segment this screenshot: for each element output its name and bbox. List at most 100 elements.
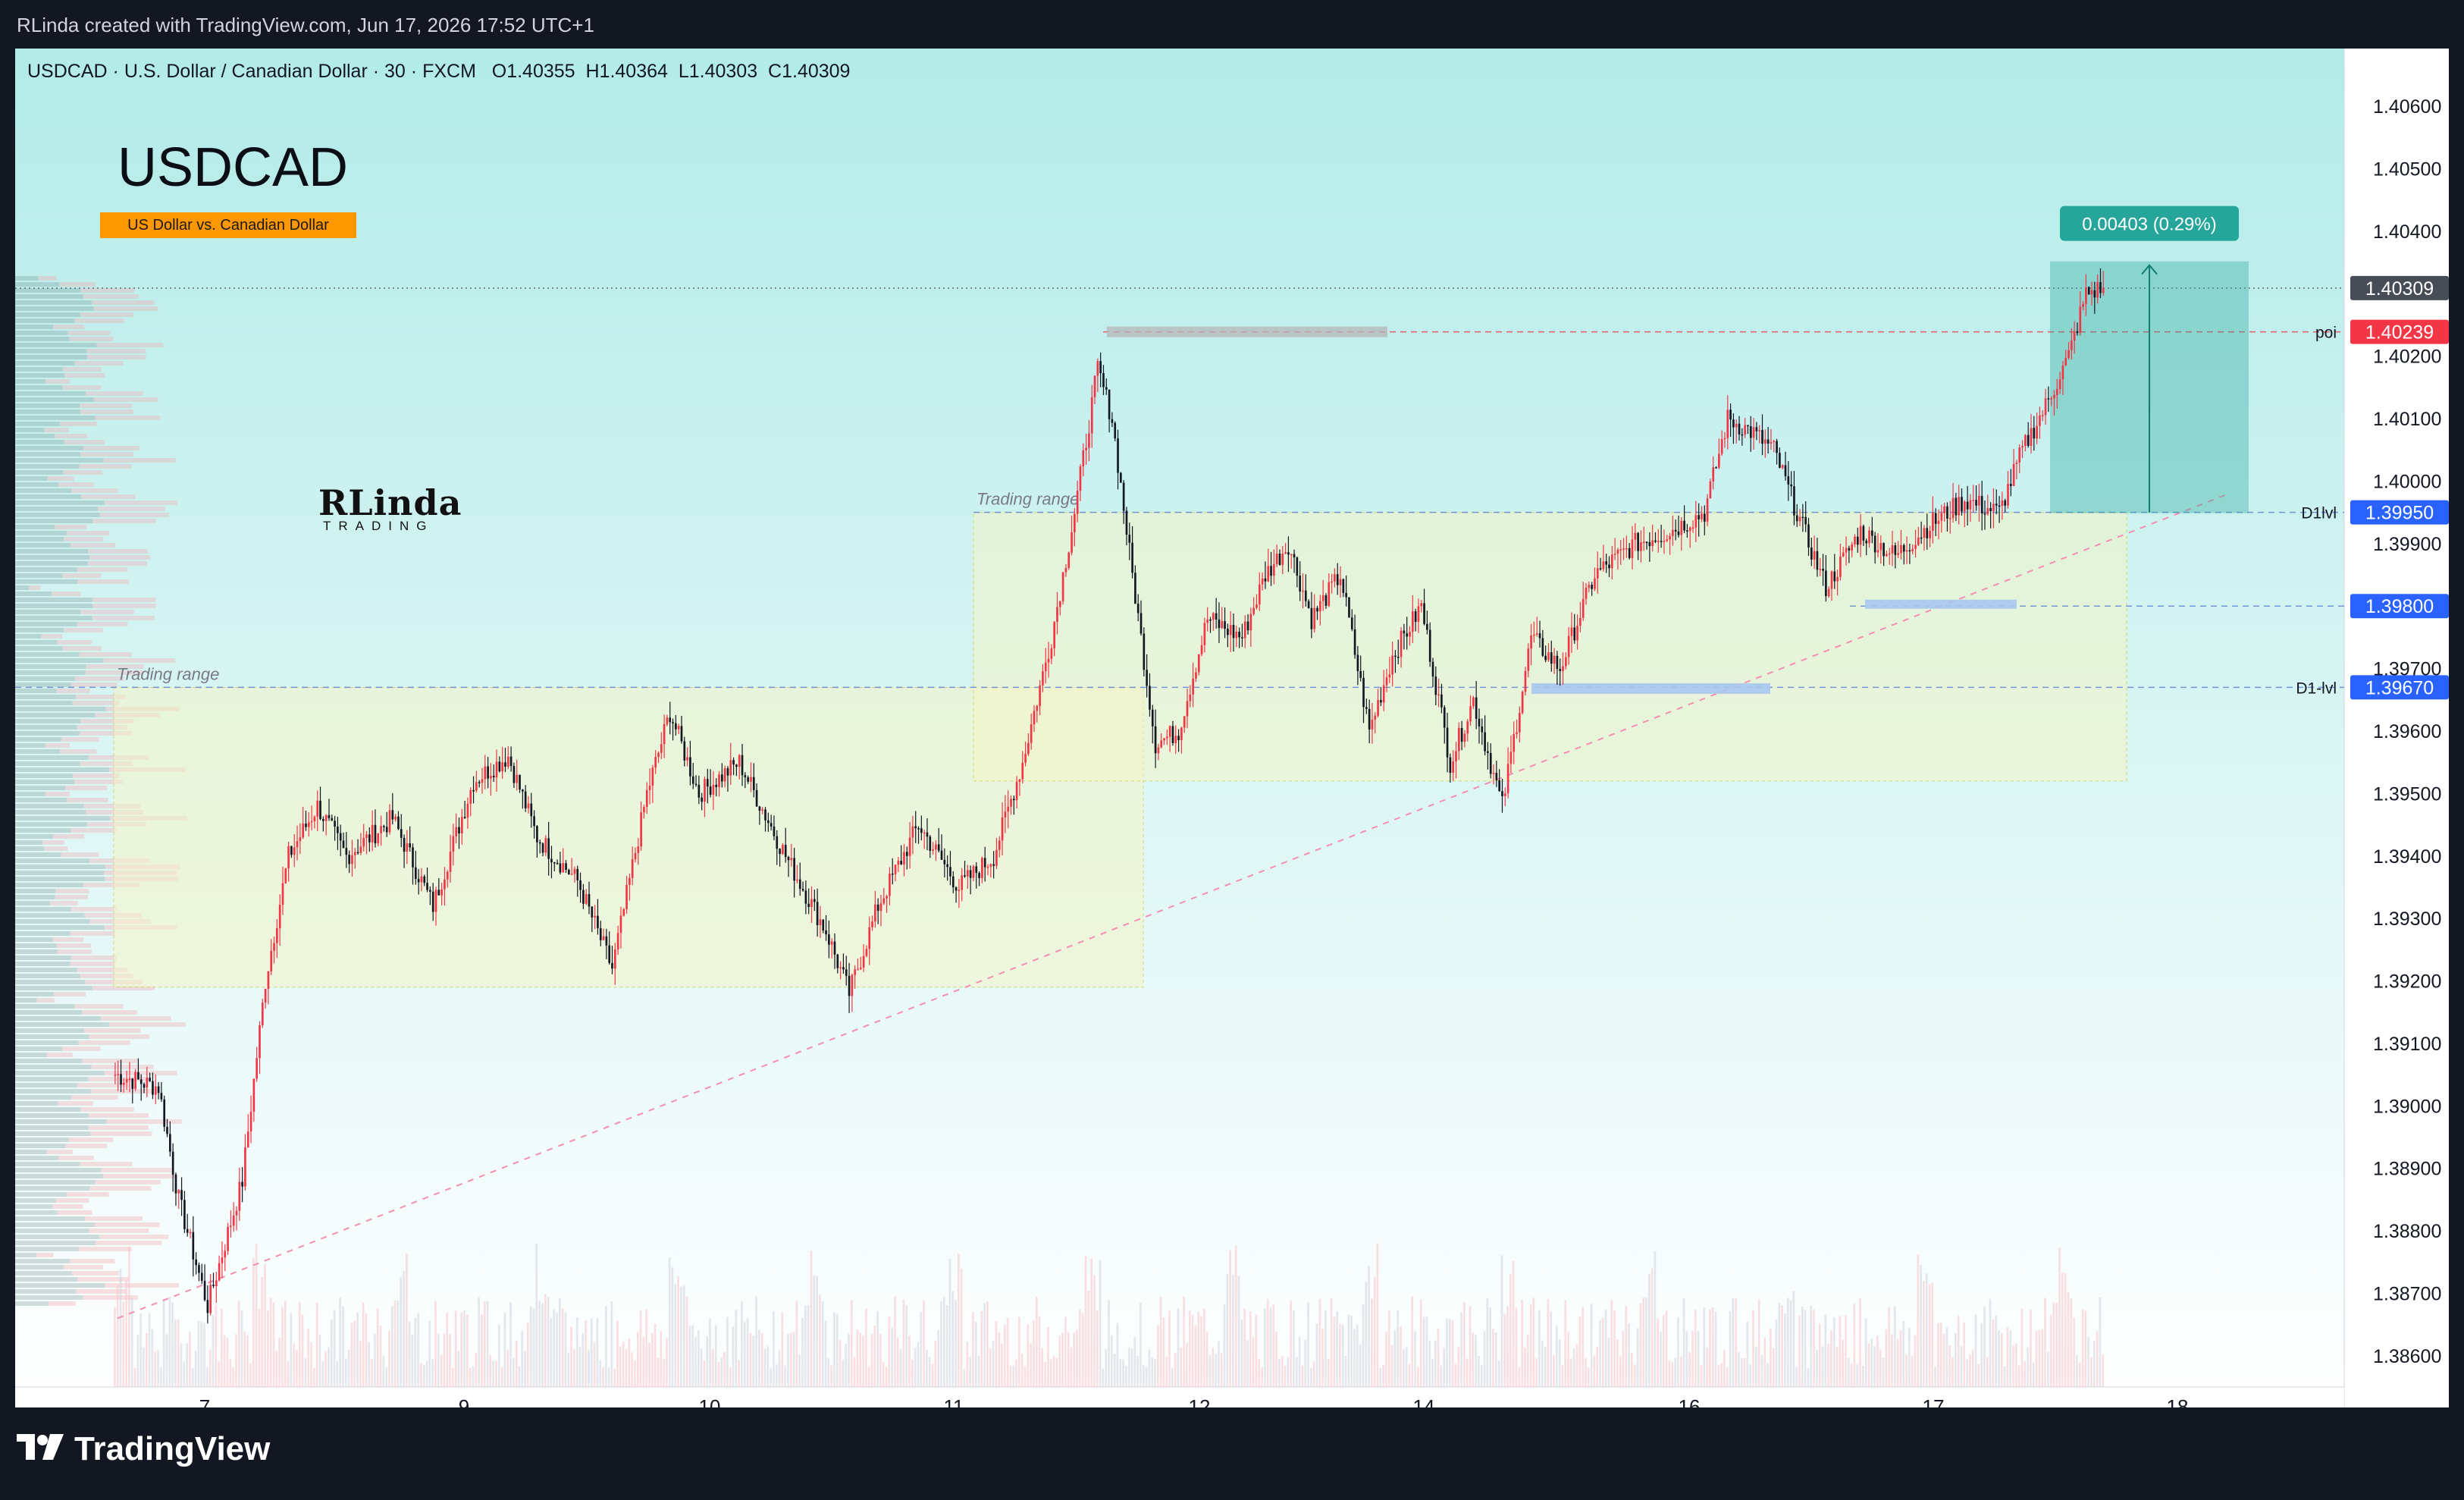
candle-body xyxy=(1562,666,1564,671)
volume-profile-bar xyxy=(15,852,61,857)
header-sep: · xyxy=(410,61,423,82)
candle-body xyxy=(1180,727,1183,741)
candle-body xyxy=(391,810,394,820)
volume-bar xyxy=(133,1367,136,1387)
header-sep: · xyxy=(112,61,124,82)
volume-bar xyxy=(186,1343,188,1387)
candle-body xyxy=(836,954,839,968)
candle-body xyxy=(1519,713,1521,733)
volume-bar xyxy=(1998,1330,2000,1387)
candle-body xyxy=(1093,375,1096,397)
volume-bar xyxy=(1917,1254,1920,1387)
volume-profile-bar xyxy=(15,628,64,632)
candle-body xyxy=(1686,530,1688,532)
candle-body xyxy=(1715,467,1717,469)
candle-body xyxy=(1099,361,1102,374)
volume-bar xyxy=(2073,1317,2075,1387)
volume-profile-bar xyxy=(79,464,132,469)
volume-profile-bar xyxy=(15,689,57,693)
volume-bar xyxy=(1818,1323,1821,1387)
volume-profile-bar xyxy=(15,840,42,845)
volume-bar xyxy=(1939,1322,1942,1387)
candle-body xyxy=(1556,655,1559,670)
volume-profile-bar xyxy=(15,883,84,887)
candle-body xyxy=(1495,773,1498,780)
volume-profile-bar xyxy=(15,1138,70,1142)
candle-body xyxy=(1111,419,1114,423)
volume-bar xyxy=(1102,1368,1105,1387)
candle-body xyxy=(807,903,810,907)
volume-bar xyxy=(1463,1301,1466,1387)
candle-body xyxy=(1547,652,1550,661)
volume-profile-bar xyxy=(15,792,45,796)
volume-bar xyxy=(896,1337,899,1387)
volume-bar xyxy=(359,1341,362,1387)
candle-body xyxy=(1538,633,1541,639)
header-interval[interactable]: 30 xyxy=(384,61,406,82)
candle-body xyxy=(1359,670,1362,678)
candle-body xyxy=(322,819,324,821)
volume-bar xyxy=(2067,1291,2070,1387)
chart-canvas[interactable]: Trading rangeTrading range0.00403 (0.29%… xyxy=(15,49,2449,1407)
candle-body xyxy=(2093,290,2096,298)
volume-bar xyxy=(1044,1361,1047,1387)
header-symbol[interactable]: USDCAD xyxy=(27,61,108,82)
volume-profile-bar xyxy=(15,1277,78,1282)
candle-body xyxy=(1616,549,1619,554)
candle-body xyxy=(1437,694,1440,696)
volume-bar xyxy=(1506,1306,1509,1387)
volume-profile-bar xyxy=(15,549,89,554)
volume-profile-bar xyxy=(15,986,92,990)
support-marker xyxy=(1531,683,1770,694)
candle-body xyxy=(380,826,382,833)
candle-body xyxy=(602,936,605,940)
volume-bar xyxy=(1561,1365,1564,1387)
volume-profile-bar xyxy=(48,1301,76,1306)
volume-profile-bar xyxy=(15,616,92,620)
candle-body xyxy=(2047,398,2050,400)
candle-body xyxy=(1128,535,1131,543)
level-name-label: D1-lvl xyxy=(2296,679,2337,697)
volume-bar xyxy=(723,1352,726,1387)
candle-body xyxy=(1345,592,1347,598)
volume-bar xyxy=(1073,1332,1076,1387)
volume-profile-bar xyxy=(15,476,48,481)
candle-body xyxy=(1513,733,1516,752)
volume-bar xyxy=(1743,1357,1746,1387)
volume-bar xyxy=(261,1277,264,1387)
volume-bar xyxy=(1298,1337,1301,1387)
chart-frame[interactable]: Trading range Trading range 0.00403 (0.29%… xyxy=(15,49,2449,1407)
volume-profile-bar xyxy=(45,743,71,748)
candle-body xyxy=(871,921,873,927)
volume-bar xyxy=(1585,1358,1587,1387)
volume-profile-bar xyxy=(38,276,57,281)
volume-profile-bar xyxy=(15,513,100,517)
volume-bar xyxy=(657,1357,660,1387)
candle-body xyxy=(1125,510,1128,535)
volume-bar xyxy=(1443,1348,1446,1387)
volume-bar xyxy=(1307,1302,1309,1387)
volume-bar xyxy=(778,1350,781,1387)
volume-bar xyxy=(1368,1266,1370,1387)
volume-profile-bar xyxy=(90,1131,152,1136)
volume-bar xyxy=(1478,1355,1480,1387)
candle-body xyxy=(657,752,660,758)
candle-body xyxy=(1911,548,1914,552)
price-tick-label: 1.38900 xyxy=(2373,1159,2441,1180)
tradingview-logo[interactable]: TradingView xyxy=(17,1430,270,1468)
candle-body xyxy=(669,717,672,723)
volume-bar xyxy=(755,1296,757,1387)
candle-body xyxy=(640,812,642,847)
volume-profile-bar xyxy=(15,361,75,366)
candle-body xyxy=(782,845,784,854)
volume-bar xyxy=(578,1346,582,1387)
volume-bar xyxy=(215,1304,218,1387)
volume-bar xyxy=(281,1307,284,1387)
candle-body xyxy=(1426,623,1428,630)
volume-profile-bar xyxy=(15,1083,78,1087)
candle-body xyxy=(492,776,495,778)
volume-bar xyxy=(221,1308,223,1387)
volume-bar xyxy=(914,1348,917,1387)
candle-body xyxy=(876,904,879,912)
volume-bar xyxy=(556,1313,558,1387)
